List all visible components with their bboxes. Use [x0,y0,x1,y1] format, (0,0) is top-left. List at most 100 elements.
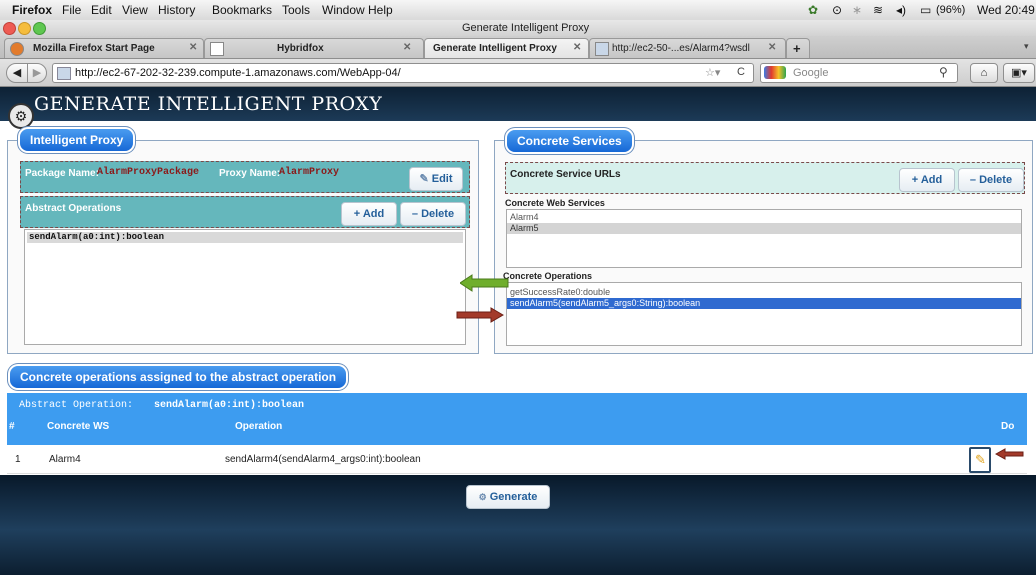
menu-bookmarks[interactable]: Bookmarks [212,3,272,17]
close-tab-icon[interactable]: ✕ [189,42,197,53]
window-titlebar: Generate Intelligent Proxy [0,20,1036,36]
proxy-name-label: Proxy Name: [219,168,281,179]
close-window-icon[interactable] [3,22,16,35]
abstract-operations-list[interactable]: sendAlarm(a0:int):boolean [24,229,466,345]
concrete-operations-label: Concrete Operations [503,271,593,281]
menu-view[interactable]: View [122,3,148,17]
menu-tools[interactable]: Tools [282,3,310,17]
concrete-urls-label: Concrete Service URLs [510,169,621,180]
tab-label: http://ec2-50-...es/Alarm4?wsdl [612,43,750,54]
generate-button-label: Generate [489,491,538,503]
firefox-favicon-icon [10,42,24,56]
close-tab-icon[interactable]: ✕ [573,42,581,53]
tab-strip: Mozilla Firefox Start Page ✕ Hybridfox ✕… [0,36,1036,59]
list-item[interactable]: Alarm5 [507,223,1021,234]
status-app-icon[interactable]: ✿ [808,3,818,17]
gear-icon: ⚙ [8,103,34,129]
abstract-operations-label: Abstract Operations [25,203,122,214]
list-item[interactable]: sendAlarm(a0:int):boolean [27,232,463,243]
home-button[interactable]: ⌂ [970,63,998,83]
timemachine-icon[interactable]: ⊙ [832,3,842,17]
clock[interactable]: Wed 20:49 [977,3,1035,17]
edit-button-label: Edit [431,173,453,185]
search-icon[interactable]: ⚲ [939,65,948,79]
generate-button[interactable]: ⚙ Generate [466,485,550,509]
col-header-operation: Operation [235,421,283,432]
package-name-label: Package Name: [25,168,99,179]
edit-note-icon[interactable]: ✎ [969,447,991,473]
volume-icon[interactable]: ◂) [896,3,906,17]
page-header: GENERATE INTELLIGENT PROXY ⚙ [0,87,1036,129]
red-arrow-icon [456,307,504,323]
navigation-toolbar: ◀ ▶ http://ec2-67-202-32-239.compute-1.a… [0,59,1036,87]
row-num: 1 [15,454,21,465]
pencil-icon: ✎ [419,173,429,185]
bluetooth-icon[interactable]: ∗ [852,3,862,17]
menu-app-firefox[interactable]: Firefox [12,3,52,17]
close-tab-icon[interactable]: ✕ [403,42,411,53]
bookmark-star-icon[interactable]: ☆▾ [705,66,720,79]
add-abstract-op-button[interactable]: + Add [341,202,397,226]
col-header-do: Do [1001,421,1015,432]
tab-wsdl[interactable]: http://ec2-50-...es/Alarm4?wsdl ✕ [589,38,786,58]
intelligent-proxy-heading: Intelligent Proxy [20,129,134,151]
menu-help[interactable]: Help [368,3,393,17]
window-title: Generate Intelligent Proxy [462,22,590,34]
list-item[interactable]: Alarm4 [507,212,1021,223]
tab-label: Hybridfox [277,43,324,54]
page-footer: ⚙ Generate [0,475,1036,575]
abstract-operation-label: Abstract Operation: [19,400,134,411]
search-placeholder[interactable]: Google [793,67,828,79]
tab-generate-proxy[interactable]: Generate Intelligent Proxy ✕ [424,38,589,58]
reload-icon[interactable]: C [737,66,745,78]
url-bar[interactable]: http://ec2-67-202-32-239.compute-1.amazo… [52,63,754,83]
proxy-info-bar: Package Name: AlarmProxyPackage Proxy Na… [20,161,470,193]
delete-abstract-op-button[interactable]: – Delete [400,202,466,226]
green-arrow-icon [460,274,509,292]
concrete-operations-list[interactable]: getSuccessRate0:double sendAlarm5(sendAl… [506,282,1022,346]
red-arrow-icon [995,448,1024,460]
new-tab-label: + [793,41,801,56]
gear-small-icon: ⚙ [478,492,487,502]
assigned-ops-table-header: Abstract Operation: sendAlarm(a0:int):bo… [7,393,1027,445]
package-name-value: AlarmProxyPackage [97,167,200,178]
zoom-window-icon[interactable] [33,22,46,35]
menu-history[interactable]: History [158,3,195,17]
concrete-services-heading: Concrete Services [507,130,632,152]
forward-button[interactable]: ▶ [27,63,47,83]
battery-percent: (96%) [936,4,966,16]
list-item[interactable]: getSuccessRate0:double [507,287,1021,298]
list-item[interactable]: sendAlarm5(sendAlarm5_args0:String):bool… [507,298,1021,309]
menu-file[interactable]: File [62,3,81,17]
edit-button[interactable]: ✎ Edit [409,167,463,191]
battery-icon[interactable]: ▭ [920,3,931,17]
wifi-icon[interactable]: ≋ [873,3,883,17]
close-tab-icon[interactable]: ✕ [768,42,776,53]
page-favicon-icon [595,42,609,56]
minimize-window-icon[interactable] [18,22,31,35]
google-search-engine-icon[interactable] [764,66,786,79]
tab-firefox-start[interactable]: Mozilla Firefox Start Page ✕ [4,38,204,58]
search-box[interactable]: Google ⚲ [760,63,958,83]
back-button[interactable]: ◀ [6,63,28,83]
col-header-concrete-ws: Concrete WS [47,421,110,432]
site-identity-icon[interactable] [57,67,71,80]
concrete-web-services-label: Concrete Web Services [505,198,605,208]
menu-edit[interactable]: Edit [91,3,112,17]
abstract-operation-value: sendAlarm(a0:int):boolean [154,400,305,411]
concrete-web-services-list[interactable]: Alarm4 Alarm5 [506,209,1022,268]
assigned-ops-heading: Concrete operations assigned to the abst… [10,366,347,388]
delete-url-button[interactable]: – Delete [958,168,1024,192]
tab-label: Mozilla Firefox Start Page [33,43,155,54]
new-tab-button[interactable]: + [786,38,810,58]
page-favicon-icon [210,42,224,56]
tab-list-icon[interactable]: ▾ [1024,41,1029,52]
url-text[interactable]: http://ec2-67-202-32-239.compute-1.amazo… [75,67,401,79]
table-row: 1 Alarm4 sendAlarm4(sendAlarm4_args0:int… [7,445,1027,474]
menu-window[interactable]: Window [322,3,365,17]
toolbar-menu-button[interactable]: ▣▾ [1003,63,1035,83]
tab-label: Generate Intelligent Proxy [433,43,557,54]
add-url-button[interactable]: + Add [899,168,955,192]
tab-hybridfox[interactable]: Hybridfox ✕ [204,38,424,58]
proxy-name-value: AlarmProxy [279,167,340,178]
